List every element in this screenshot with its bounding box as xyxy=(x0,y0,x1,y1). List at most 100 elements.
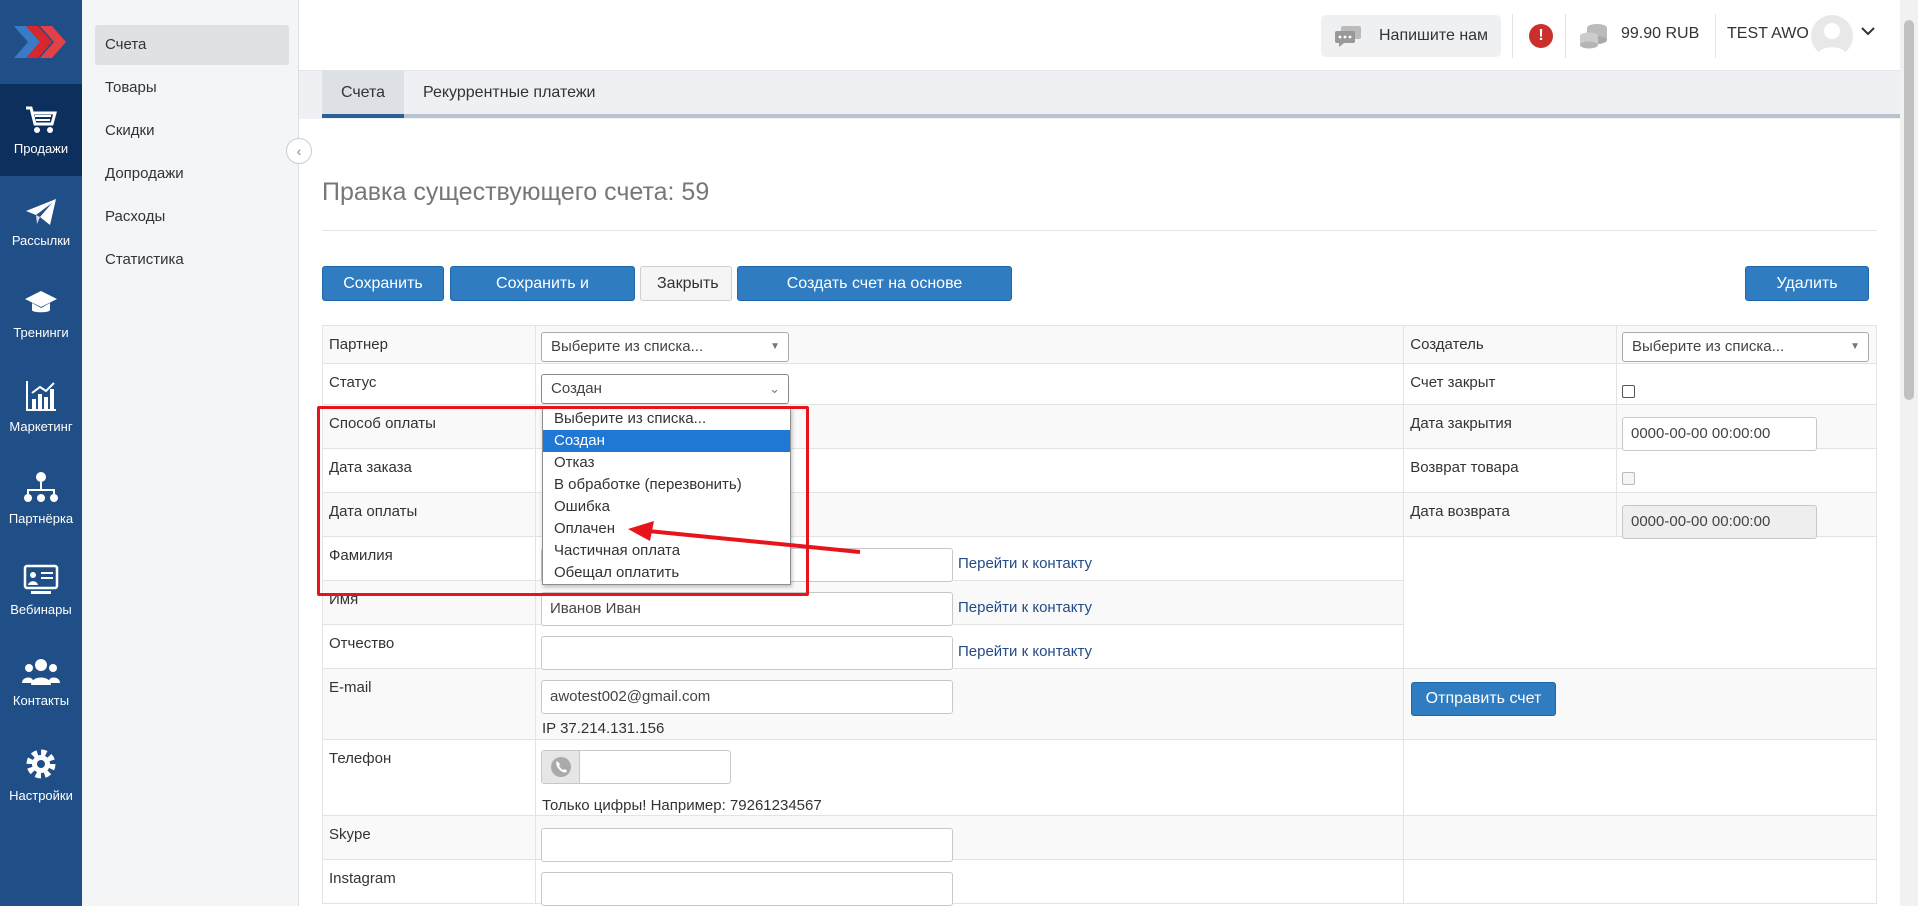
skype-label: Skype xyxy=(322,815,536,860)
nav-label-webinars: Вебинары xyxy=(10,601,72,617)
coins-icon xyxy=(1580,24,1607,49)
skype-field[interactable] xyxy=(541,828,953,862)
nav-item-webinars[interactable]: Вебинары xyxy=(0,544,82,636)
nav-item-mailings[interactable]: Рассылки xyxy=(0,176,82,268)
submenu-item-expenses[interactable]: Расходы xyxy=(95,197,289,237)
status-option[interactable]: Выберите из списка... xyxy=(543,408,790,430)
partner-label: Партнер xyxy=(322,325,536,364)
submenu-item-products[interactable]: Товары xyxy=(95,68,289,108)
partner-select[interactable]: Выберите из списка... ▼ xyxy=(541,332,789,362)
nav-item-partners[interactable]: Партнёрка xyxy=(0,452,82,544)
scrollbar-thumb[interactable] xyxy=(1904,20,1914,400)
invoice-closed-checkbox[interactable] xyxy=(1622,385,1635,398)
submenu-item-discounts[interactable]: Скидки xyxy=(95,111,289,151)
first-name-field[interactable]: Иванов Иван xyxy=(541,592,953,626)
instagram-field[interactable] xyxy=(541,872,953,906)
create-from-current-button[interactable]: Создать счет на основе текущего xyxy=(737,266,1012,325)
nav-label-settings: Настройки xyxy=(9,787,73,803)
nav-item-sales[interactable]: Продажи xyxy=(0,84,82,176)
send-invoice-button[interactable]: Отправить счет xyxy=(1411,682,1556,716)
user-silhouette-icon xyxy=(1817,23,1847,57)
save-and-close-button[interactable]: Сохранить и закрыть xyxy=(450,266,635,325)
status-option-selected[interactable]: Создан xyxy=(543,430,790,452)
close-date-field[interactable]: 0000-00-00 00:00:00 xyxy=(1622,417,1817,451)
close-button[interactable]: Закрыть xyxy=(640,266,732,301)
phone-label: Телефон xyxy=(322,739,536,816)
nav-label-sales: Продажи xyxy=(13,140,69,156)
close-date-label: Дата закрытия xyxy=(1403,404,1618,449)
nav-label-partners: Партнёрка xyxy=(8,510,74,526)
bar-chart-icon xyxy=(26,380,56,411)
logo[interactable] xyxy=(0,0,82,84)
chevron-left-icon: ‹ xyxy=(296,143,302,159)
status-select-value: Создан xyxy=(551,380,602,397)
pay-date-label: Дата оплаты xyxy=(322,492,536,537)
page-scrollbar[interactable] xyxy=(1900,0,1918,906)
status-dropdown-list: Выберите из списка... Создан Отказ В обр… xyxy=(542,407,791,585)
nav-label-mailings: Рассылки xyxy=(11,232,71,248)
first-name-label: Имя xyxy=(322,580,536,625)
phone-icon xyxy=(550,757,571,777)
write-us-button[interactable]: Напишите нам xyxy=(1321,15,1501,57)
tab-recurring-payments[interactable]: Рекуррентные платежи xyxy=(423,71,595,118)
graduation-cap-icon xyxy=(25,290,57,312)
logo-chevrons-icon xyxy=(14,26,66,58)
goto-contact-link[interactable]: Перейти к контакту xyxy=(958,555,1092,572)
submenu-item-statistics[interactable]: Статистика xyxy=(95,240,289,280)
tab-invoices[interactable]: Счета xyxy=(322,71,404,118)
phone-hint: Только цифры! Например: 79261234567 xyxy=(542,797,822,814)
avatar[interactable] xyxy=(1811,15,1853,57)
nav-item-marketing[interactable]: Маркетинг xyxy=(0,360,82,452)
email-label: E-mail xyxy=(322,668,536,740)
chevron-down-icon[interactable] xyxy=(1861,26,1875,36)
alert-icon[interactable]: ! xyxy=(1529,24,1553,48)
user-name[interactable]: TEST AWO xyxy=(1727,25,1809,43)
nav-label-trainings: Тренинги xyxy=(13,324,69,340)
caret-down-icon: ▼ xyxy=(770,341,780,352)
divider xyxy=(1565,14,1566,58)
gear-icon xyxy=(26,749,56,778)
status-option[interactable]: Отказ xyxy=(543,452,790,474)
return-checkbox xyxy=(1622,472,1635,485)
collapse-sidebar-button[interactable]: ‹ xyxy=(286,138,312,164)
status-option[interactable]: Обещал оплатить xyxy=(543,562,790,584)
creator-select[interactable]: Выберите из списка... ▼ xyxy=(1622,332,1869,362)
middle-name-field[interactable] xyxy=(541,636,953,670)
creator-label: Создатель xyxy=(1403,325,1618,364)
status-select[interactable]: Создан ⌄ xyxy=(541,374,789,404)
users-icon xyxy=(22,658,60,685)
return-date-label: Дата возврата xyxy=(1403,492,1618,537)
middle-name-label: Отчество xyxy=(322,624,536,669)
top-bar: Напишите нам ! 99.90 RUB TEST AWO xyxy=(299,0,1900,71)
save-button[interactable]: Сохранить xyxy=(322,266,444,301)
phone-addon xyxy=(542,751,580,783)
partner-select-value: Выберите из списка... xyxy=(551,338,704,355)
status-option[interactable]: В обработке (перезвонить) xyxy=(543,474,790,496)
balance-amount: 99.90 RUB xyxy=(1621,25,1700,42)
instagram-label: Instagram xyxy=(322,859,536,904)
nav-item-settings[interactable]: Настройки xyxy=(0,728,82,820)
goto-contact-link[interactable]: Перейти к контакту xyxy=(958,643,1092,660)
divider xyxy=(322,230,1877,231)
cart-icon xyxy=(26,106,57,133)
caret-down-icon: ▼ xyxy=(1850,341,1860,352)
sitemap-icon xyxy=(24,471,58,502)
submenu-item-invoices[interactable]: Счета xyxy=(95,25,289,65)
email-field[interactable]: awotest002@gmail.com xyxy=(541,680,953,714)
paper-plane-icon xyxy=(26,198,56,225)
goto-contact-link[interactable]: Перейти к контакту xyxy=(958,599,1092,616)
order-date-label: Дата заказа xyxy=(322,448,536,493)
nav-item-contacts[interactable]: Контакты xyxy=(0,636,82,728)
delete-button[interactable]: Удалить xyxy=(1745,266,1869,301)
nav-item-trainings[interactable]: Тренинги xyxy=(0,268,82,360)
write-us-label: Напишите нам xyxy=(1379,27,1489,44)
return-label: Возврат товара xyxy=(1403,448,1618,493)
red-arrow-annotation xyxy=(628,521,861,554)
creator-select-value: Выберите из списка... xyxy=(1632,338,1785,355)
last-name-label: Фамилия xyxy=(322,536,536,581)
status-label: Статус xyxy=(322,363,536,405)
submenu-item-upsells[interactable]: Допродажи xyxy=(95,154,289,194)
main-nav: Продажи Рассылки Тренинги Маркетинг Парт… xyxy=(0,0,82,906)
nav-label-contacts: Контакты xyxy=(12,692,70,708)
divider xyxy=(1715,14,1716,58)
